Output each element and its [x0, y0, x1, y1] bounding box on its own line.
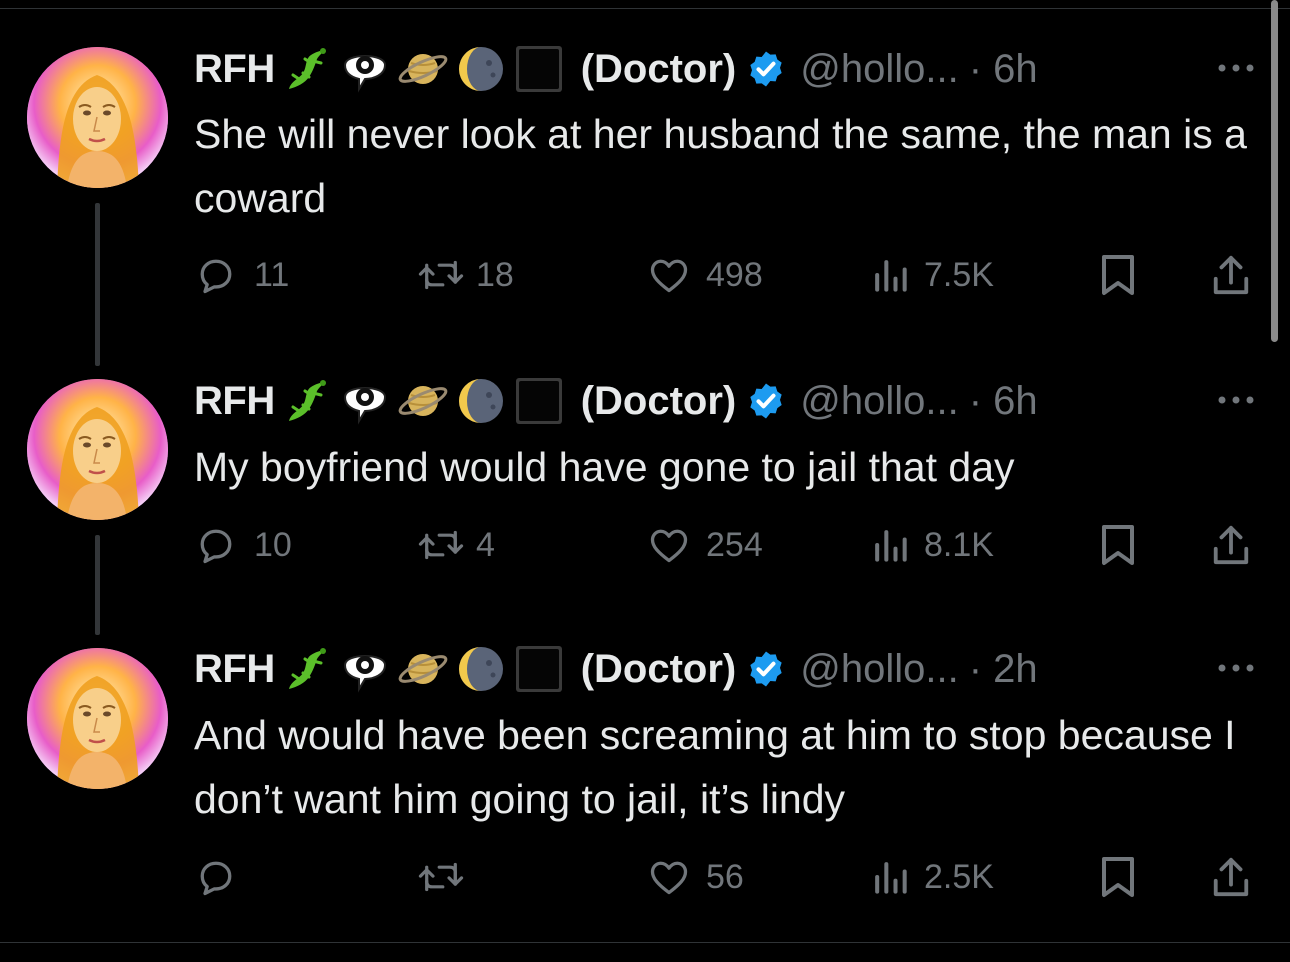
views-button[interactable]: 2.5K — [870, 851, 994, 903]
verified-badge-icon — [746, 381, 786, 421]
share-button[interactable] — [1210, 519, 1252, 571]
reply-icon — [200, 529, 232, 564]
last-quarter-moon-face-icon — [455, 643, 507, 695]
tweet-text: She will never look at her husband the s… — [194, 111, 1247, 221]
author-handle[interactable]: @hollo... — [800, 647, 958, 692]
bookmark-button[interactable] — [1098, 519, 1138, 571]
bookmark-icon — [1102, 857, 1134, 897]
views-count: 8.1K — [924, 525, 994, 564]
eye-in-speech-bubble-icon — [339, 43, 391, 95]
like-button[interactable]: 498 — [646, 249, 763, 301]
like-count: 56 — [706, 857, 744, 896]
more-options-icon[interactable] — [1214, 658, 1258, 678]
action-bar: 56 2.5K — [194, 851, 1264, 903]
avatar[interactable] — [27, 379, 168, 520]
like-button[interactable]: 56 — [646, 851, 744, 903]
views-count: 7.5K — [924, 255, 994, 294]
avatar[interactable] — [27, 47, 168, 188]
reply-count: 10 — [254, 525, 292, 564]
ringed-planet-icon — [397, 643, 449, 695]
author-label[interactable]: (Doctor) — [581, 647, 737, 692]
reply-count: 11 — [254, 255, 290, 294]
reply-button[interactable]: 11 — [194, 249, 289, 301]
views-count: 2.5K — [924, 857, 994, 896]
tweet-text: My boyfriend would have gone to jail tha… — [194, 444, 1015, 490]
bottom-divider — [0, 942, 1290, 943]
black-large-square-icon — [513, 375, 565, 427]
tweet-header: RFH — [194, 641, 1038, 697]
author-handle[interactable]: @hollo... — [800, 47, 958, 92]
share-button[interactable] — [1210, 851, 1252, 903]
repost-count: 4 — [476, 525, 495, 564]
author-label[interactable]: (Doctor) — [581, 379, 737, 424]
avatar[interactable] — [27, 648, 168, 789]
top-divider — [0, 8, 1290, 9]
repost-icon — [418, 862, 464, 892]
reply-button[interactable] — [194, 851, 254, 903]
ringed-planet-icon — [397, 43, 449, 95]
views-icon — [875, 862, 907, 894]
share-icon — [1213, 255, 1249, 295]
share-button[interactable] — [1210, 249, 1252, 301]
author-handle[interactable]: @hollo... — [800, 379, 958, 424]
bookmark-icon — [1102, 525, 1134, 565]
repost-button[interactable]: 4 — [416, 519, 495, 571]
reply-button[interactable]: 10 — [194, 519, 292, 571]
bookmark-button[interactable] — [1098, 249, 1138, 301]
ringed-planet-icon — [397, 375, 449, 427]
more-options-icon[interactable] — [1214, 390, 1258, 410]
thread-line — [95, 535, 100, 635]
tweet-text: And would have been screaming at him to … — [194, 712, 1236, 822]
eye-in-speech-bubble-icon — [339, 375, 391, 427]
views-button[interactable]: 7.5K — [870, 249, 994, 301]
reply-icon — [200, 259, 232, 294]
like-icon — [650, 529, 688, 563]
thread-line — [95, 203, 100, 366]
author-name[interactable]: RFH — [194, 379, 275, 424]
black-large-square-icon — [513, 643, 565, 695]
share-icon — [1213, 525, 1249, 565]
author-name[interactable]: RFH — [194, 47, 275, 92]
repost-icon — [418, 260, 464, 290]
like-icon — [650, 861, 688, 895]
repost-count: 18 — [476, 255, 514, 294]
action-bar: 10 4 254 8.1K — [194, 519, 1264, 571]
repost-button[interactable]: 18 — [416, 249, 514, 301]
bookmark-icon — [1102, 255, 1134, 295]
reply-icon — [200, 861, 232, 896]
lizard-icon — [281, 43, 333, 95]
views-icon — [875, 260, 907, 292]
like-button[interactable]: 254 — [646, 519, 763, 571]
like-icon — [650, 259, 688, 293]
author-name[interactable]: RFH — [194, 647, 275, 692]
like-count: 498 — [706, 255, 763, 294]
author-label[interactable]: (Doctor) — [581, 47, 737, 92]
verified-badge-icon — [746, 49, 786, 89]
scrollbar[interactable] — [1271, 0, 1278, 342]
bookmark-button[interactable] — [1098, 851, 1138, 903]
tweet-header: RFH — [194, 41, 1038, 97]
lizard-icon — [281, 375, 333, 427]
last-quarter-moon-face-icon — [455, 43, 507, 95]
tweet-time[interactable]: · 6h — [969, 379, 1038, 424]
last-quarter-moon-face-icon — [455, 375, 507, 427]
verified-badge-icon — [746, 649, 786, 689]
lizard-icon — [281, 643, 333, 695]
tweet-header: RFH — [194, 373, 1038, 429]
share-icon — [1213, 857, 1249, 897]
views-icon — [875, 530, 907, 562]
like-count: 254 — [706, 525, 763, 564]
tweet-time[interactable]: · 2h — [969, 647, 1038, 692]
more-options-icon[interactable] — [1214, 58, 1258, 78]
repost-button[interactable] — [416, 851, 476, 903]
views-button[interactable]: 8.1K — [870, 519, 994, 571]
action-bar: 11 18 498 7.5K — [194, 249, 1264, 301]
repost-icon — [418, 530, 464, 560]
tweet-time[interactable]: · 6h — [969, 47, 1038, 92]
eye-in-speech-bubble-icon — [339, 643, 391, 695]
black-large-square-icon — [513, 43, 565, 95]
